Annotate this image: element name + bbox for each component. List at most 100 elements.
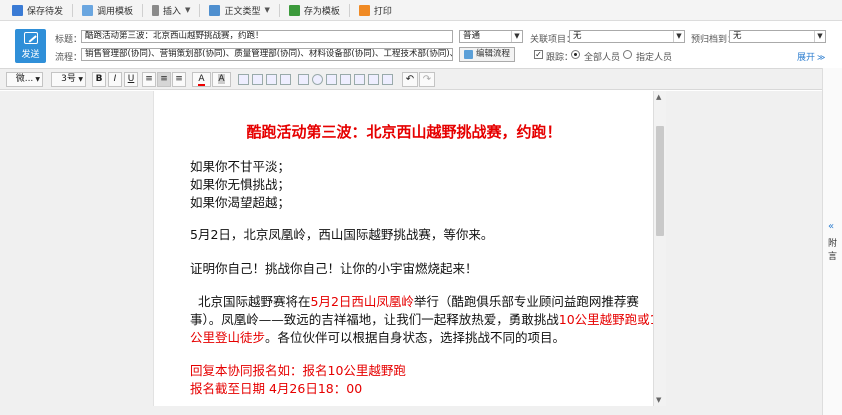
save-template-icon [288, 4, 300, 16]
italic-button[interactable]: I [108, 72, 122, 87]
paperclip-icon [152, 4, 160, 16]
vertical-scrollbar[interactable]: ▲ ▼ [653, 91, 666, 406]
scroll-down-icon[interactable]: ▼ [656, 396, 661, 404]
font-size-select[interactable]: 3号 ▼ [51, 72, 86, 87]
align-center-icon: ≡ [160, 74, 168, 84]
print-label: 打印 [373, 6, 392, 17]
font-size-value: 3号 [61, 74, 76, 84]
track-label: 跟踪： [546, 53, 574, 63]
outdent-icon[interactable] [266, 74, 277, 85]
highlight-text: 5月2日西山凤凰岭 [310, 294, 414, 309]
edit-icon [23, 32, 38, 44]
send-button[interactable]: 发送 [15, 29, 46, 63]
document-icon [209, 4, 221, 16]
scrollbar-thumb[interactable] [656, 126, 664, 236]
double-chevron-down-icon: ≫ [817, 53, 826, 62]
source-code-icon[interactable] [382, 74, 393, 85]
chevron-down-icon: ▼ [673, 31, 684, 42]
body-type-label: 正文类型 [224, 6, 261, 17]
priority-value: 普通 [463, 31, 481, 41]
undo-icon: ↶ [405, 74, 415, 85]
save-as-template-button[interactable]: 存为模板 [283, 1, 346, 19]
align-right-icon: ≡ [175, 74, 183, 84]
bold-button[interactable]: B [92, 72, 106, 87]
align-right-button[interactable]: ≡ [172, 72, 186, 87]
ordered-list-icon[interactable] [238, 74, 249, 85]
all-people-radio[interactable] [571, 50, 580, 59]
document-line: 如果你不甘平淡； [190, 159, 291, 174]
align-left-button[interactable]: ≡ [142, 72, 156, 87]
toolbar-divider [278, 3, 280, 17]
font-family-select[interactable]: 微... ▼ [6, 72, 43, 87]
document-title: 酷跑活动第三波：北京西山越野挑战赛，约跑！ [246, 123, 562, 141]
body-type-button[interactable]: 正文类型 ▼ [203, 1, 275, 19]
chevron-down-icon: ▼ [814, 31, 825, 42]
insert-button[interactable]: 插入 ▼ [146, 1, 196, 19]
emoji-icon[interactable] [312, 74, 323, 85]
scroll-up-icon[interactable]: ▲ [656, 93, 661, 101]
paragraph-line-2: 事）。凤凰岭——致远的吉祥福地，让我们一起释放热爱，勇敢挑战10公里越野跑或10 [190, 309, 653, 328]
flow-input[interactable]: 销售管理部(协同)、营销策划部(协同)、质量管理部(协同)、材料设备部(协同)、… [81, 48, 453, 61]
underline-button[interactable]: U [124, 72, 138, 87]
archive-select[interactable]: 无 ▼ [729, 30, 826, 43]
specified-people-label: 指定人员 [636, 53, 673, 63]
prove-line: 证明你自己！挑战你自己！让你的小宇宙燃烧起来！ [190, 261, 478, 276]
edit-flow-label: 编辑流程 [476, 49, 511, 59]
title-label: 标题： [55, 35, 83, 45]
align-center-button[interactable]: ≡ [157, 72, 171, 87]
toolbar-divider [72, 3, 74, 17]
collapse-arrows-icon[interactable]: « [828, 221, 834, 232]
unordered-list-icon[interactable] [252, 74, 263, 85]
document-page[interactable]: 酷跑活动第三波：北京西山越野挑战赛，约跑！ 如果你不甘平淡； 如果你无惧挑战； … [153, 91, 653, 406]
use-template-button[interactable]: 调用模板 [76, 1, 139, 19]
side-panel-label: 言 [828, 252, 838, 262]
archive-value: 无 [733, 31, 742, 41]
edit-flow-button[interactable]: 编辑流程 [459, 47, 516, 62]
paragraph-line-1: 北京国际越野赛将在5月2日西山凤凰岭举行（酷跑俱乐部专业顾问益跑网推荐赛 [198, 291, 639, 310]
undo-button[interactable]: ↶ [402, 72, 418, 87]
title-input[interactable]: 酷跑活动第三波：北京西山越野挑战赛，约跑！ [81, 30, 453, 43]
redo-button[interactable]: ↷ [419, 72, 435, 87]
chevron-down-icon: ▼ [78, 76, 83, 83]
send-label: 发送 [21, 50, 40, 60]
align-left-icon: ≡ [145, 74, 153, 84]
priority-select[interactable]: 普通 ▼ [459, 30, 523, 43]
specified-people-radio[interactable] [623, 50, 632, 59]
use-template-label: 调用模板 [97, 6, 134, 17]
reply-line: 回复本协同报名如：报名10公里越野跑 [190, 363, 406, 378]
print-button[interactable]: 打印 [353, 1, 398, 19]
flow-label: 流程： [55, 53, 83, 63]
table-icon[interactable] [340, 74, 351, 85]
paragraph-text: 事）。凤凰岭——致远的吉祥福地，让我们一起释放热爱，勇敢挑战 [190, 312, 559, 327]
chevron-down-icon: ▼ [35, 76, 40, 83]
deadline-line: 报名截至日期 4月26日18：00 [190, 381, 363, 396]
chevron-down-icon: ▼ [511, 31, 522, 42]
image-icon[interactable] [298, 74, 309, 85]
link-icon[interactable] [326, 74, 337, 85]
comment-side-panel[interactable]: « 附 言 [822, 68, 842, 415]
all-people-label: 全部人员 [584, 53, 621, 63]
track-checkbox[interactable]: ✓ [534, 50, 543, 59]
paragraph-text: 北京国际越野赛将在 [198, 294, 311, 309]
date-line: 5月2日，北京凤凰岭，西山国际越野挑战赛，等你来。 [190, 227, 494, 242]
indent-icon[interactable] [280, 74, 291, 85]
document-line: 如果你渴望超越； [190, 195, 291, 210]
font-color-icon: A [198, 74, 205, 86]
flow-icon [464, 50, 473, 59]
printer-icon [358, 4, 370, 16]
chevron-down-icon: ▼ [185, 6, 191, 14]
font-color-button[interactable]: A [192, 72, 211, 87]
related-project-value: 无 [573, 31, 582, 41]
expand-link[interactable]: 展开 ≫ [797, 50, 825, 63]
highlight-color-button[interactable]: A [212, 72, 231, 87]
template-icon [82, 4, 94, 16]
special-char-icon[interactable] [368, 74, 379, 85]
save-pending-button[interactable]: 保存待发 [6, 1, 69, 19]
redo-icon: ↷ [422, 74, 432, 85]
toolbar-divider [142, 3, 144, 17]
related-project-select[interactable]: 无 ▼ [569, 30, 685, 43]
highlight-text: 公里登山徒步 [190, 330, 266, 345]
document-line: 如果你无惧挑战； [190, 177, 291, 192]
horizontal-line-icon[interactable] [354, 74, 365, 85]
insert-label: 插入 [163, 6, 182, 17]
